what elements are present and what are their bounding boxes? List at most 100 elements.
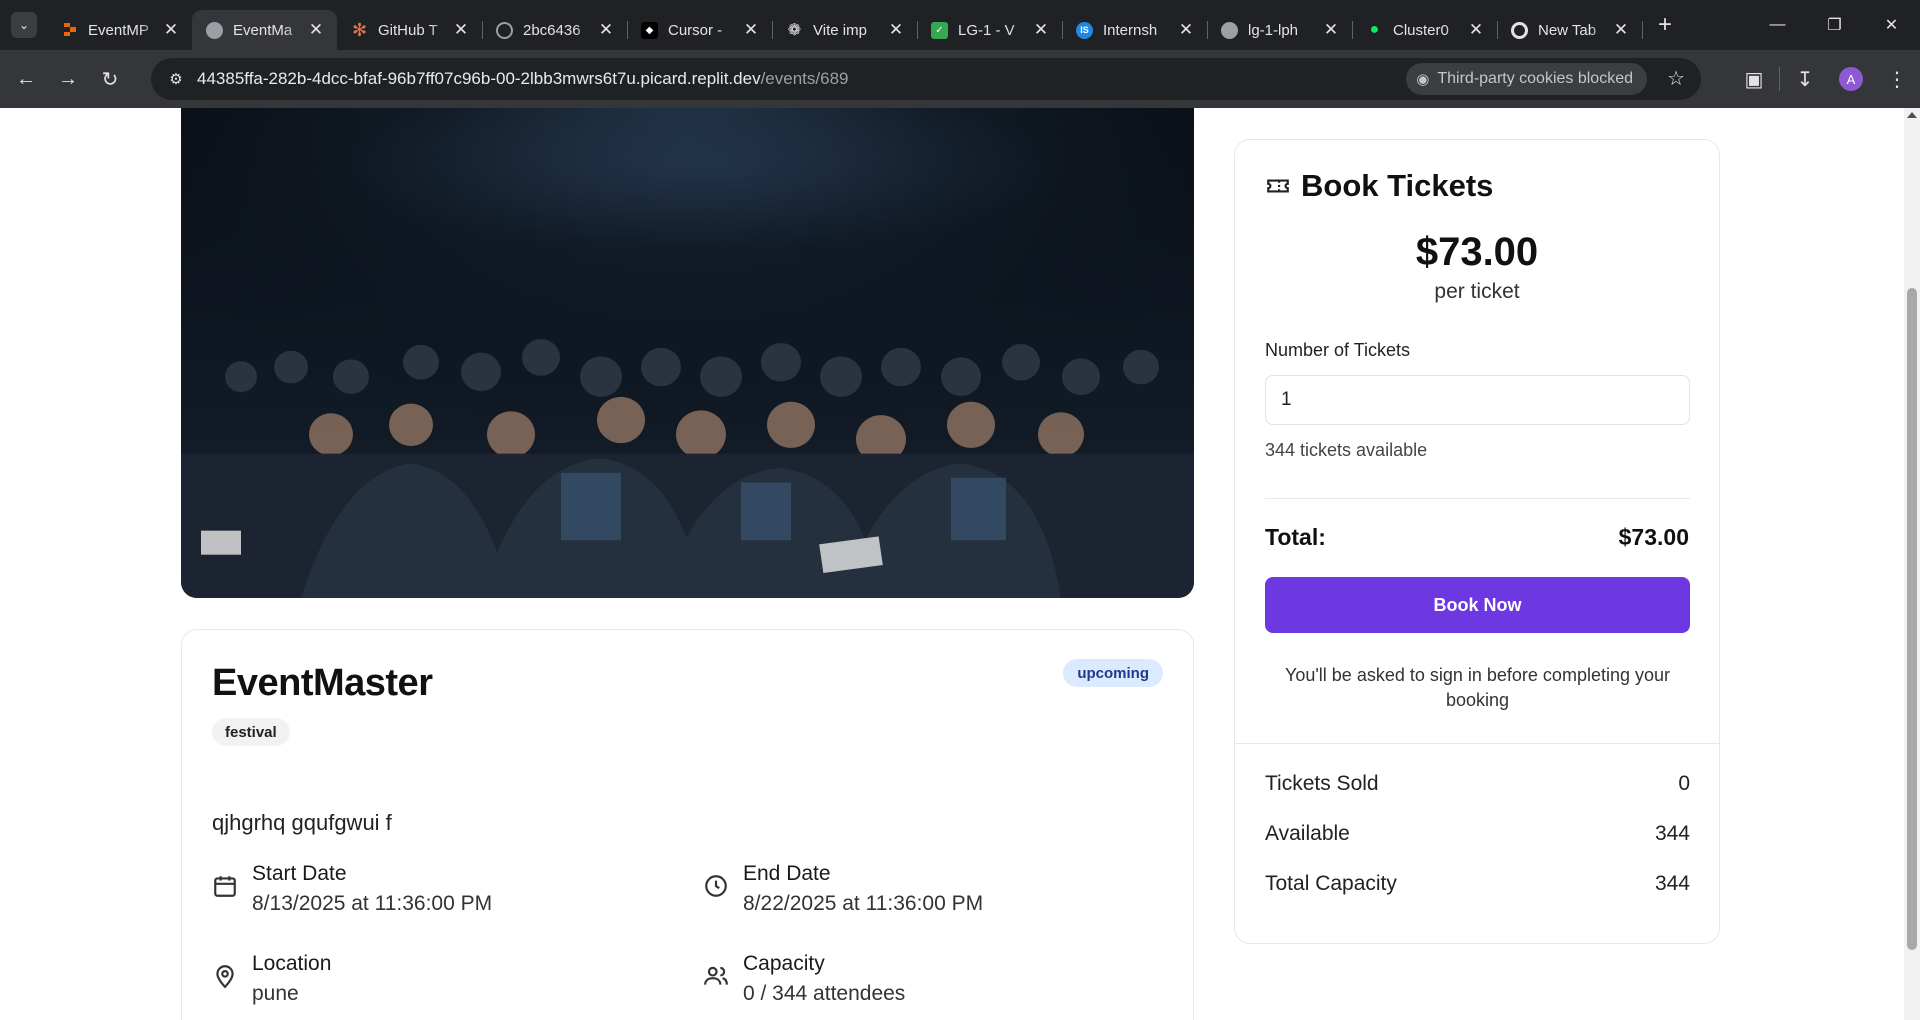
globe-icon [206, 21, 223, 39]
browser-tab-bar: ⌄ EventMP ✕ EventMa ✕ ✻ GitHub T ✕ 2bc64… [0, 0, 1920, 50]
site-settings-icon[interactable]: ⚙ [161, 64, 191, 94]
profile-button[interactable]: A [1828, 59, 1874, 99]
page-scrollbar[interactable] [1904, 108, 1920, 1020]
browser-tab[interactable]: ✓ LG-1 - V ✕ [917, 10, 1063, 50]
stat-row-available: Available 344 [1265, 822, 1690, 846]
stat-value: 344 [1654, 822, 1690, 845]
url-text[interactable]: 44385ffa-282b-4dcc-bfaf-96b7ff07c96b-00-… [197, 69, 848, 89]
eye-off-icon: ◉ [1416, 71, 1430, 88]
close-tab-icon[interactable]: ✕ [1177, 20, 1195, 40]
stat-label: Total Capacity [1265, 872, 1397, 895]
location-detail: Location pune [212, 950, 331, 1010]
browser-tab[interactable]: 2bc6436 ✕ [482, 10, 628, 50]
cursor-icon: ◆ [641, 21, 658, 39]
page-viewport: EventMaster upcoming festival qjhgrhq gq… [0, 108, 1904, 1020]
close-tab-icon[interactable]: ✕ [742, 20, 760, 40]
browser-tab-active[interactable]: EventMa ✕ [192, 10, 337, 50]
tab-strip: EventMP ✕ EventMa ✕ ✻ GitHub T ✕ 2bc6436… [47, 0, 1643, 50]
booking-card: Book Tickets $73.00 per ticket Number of… [1234, 139, 1720, 944]
close-tab-icon[interactable]: ✕ [452, 20, 470, 40]
per-ticket-label: per ticket [1434, 280, 1520, 303]
stat-value: 344 [1654, 872, 1690, 895]
new-tab-button[interactable]: + [1650, 10, 1680, 40]
end-date-detail: End Date 8/22/2025 at 11:36:00 PM [703, 860, 983, 920]
close-window-icon[interactable]: ✕ [1863, 0, 1920, 50]
ticket-quantity-input[interactable] [1265, 375, 1690, 425]
restore-icon[interactable]: ❐ [1806, 0, 1863, 50]
map-pin-icon [216, 965, 234, 989]
tab-search-button[interactable]: ⌄ [11, 12, 37, 38]
avatar: A [1839, 67, 1863, 91]
bookmark-star-icon[interactable]: ☆ [1667, 66, 1685, 91]
check-doc-icon: ✓ [931, 21, 948, 39]
toolbar-actions: ▣ ↧ A ⋮ [1731, 50, 1920, 108]
chevron-down-icon: ⌄ [18, 18, 30, 32]
browser-tab[interactable]: ❁ Vite imp ✕ [772, 10, 918, 50]
book-now-button[interactable]: Book Now [1265, 577, 1690, 633]
download-icon[interactable]: ↧ [1782, 59, 1828, 99]
replit-icon [61, 22, 78, 39]
toolbar-divider [1779, 67, 1780, 91]
start-date-value: 8/13/2025 at 11:36:00 PM [252, 892, 493, 915]
close-tab-icon[interactable]: ✕ [1032, 20, 1050, 40]
status-badge: upcoming [1063, 659, 1163, 687]
close-tab-icon[interactable]: ✕ [597, 20, 615, 40]
claude-icon: ✻ [351, 19, 368, 40]
extensions-icon[interactable]: ▣ [1731, 59, 1777, 99]
browser-tab[interactable]: ● Cluster0 ✕ [1352, 10, 1498, 50]
third-party-cookies-chip[interactable]: ◉ Third-party cookies blocked [1406, 63, 1647, 95]
minimize-icon[interactable]: — [1749, 0, 1806, 50]
forward-arrow-icon[interactable]: → [50, 61, 86, 97]
chrome-icon [1511, 21, 1528, 39]
audience-photo [181, 108, 1194, 598]
scroll-up-arrow-icon[interactable] [1907, 112, 1917, 118]
window-controls: — ❐ ✕ [1749, 0, 1920, 50]
start-date-detail: Start Date 8/13/2025 at 11:36:00 PM [212, 860, 492, 920]
booking-title: Book Tickets [1301, 168, 1494, 203]
location-label: Location [252, 952, 332, 975]
ticket-price: $73.00 [1415, 230, 1539, 274]
end-date-label: End Date [743, 862, 831, 885]
scrollbar-thumb[interactable] [1907, 288, 1917, 950]
close-tab-icon[interactable]: ✕ [1612, 20, 1630, 40]
browser-tab[interactable]: ◆ Cursor - ✕ [627, 10, 773, 50]
browser-tab[interactable]: ✻ GitHub T ✕ [337, 10, 483, 50]
close-tab-icon[interactable]: ✕ [887, 20, 905, 40]
end-date-value: 8/22/2025 at 11:36:00 PM [743, 892, 984, 915]
close-tab-icon[interactable]: ✕ [1467, 20, 1485, 40]
ticket-quantity-label: Number of Tickets [1265, 340, 1411, 360]
event-details-card: EventMaster upcoming festival qjhgrhq gq… [181, 629, 1194, 1020]
browser-toolbar: ← → ↻ ⚙ 44385ffa-282b-4dcc-bfaf-96b7ff07… [0, 50, 1920, 108]
close-tab-icon[interactable]: ✕ [162, 20, 180, 40]
stat-label: Tickets Sold [1265, 772, 1379, 795]
browser-tab[interactable]: EventMP ✕ [47, 10, 193, 50]
stat-value: 0 [1678, 772, 1690, 795]
sign-in-note: You'll be asked to sign in before comple… [1284, 665, 1670, 710]
openai-icon: ❁ [787, 22, 802, 39]
reload-icon[interactable]: ↻ [92, 61, 128, 97]
is-icon: IS [1076, 21, 1093, 39]
start-date-label: Start Date [252, 862, 347, 885]
ticket-icon [1267, 179, 1289, 193]
stat-row-total-capacity: Total Capacity 344 [1265, 872, 1690, 896]
address-bar[interactable]: ⚙ 44385ffa-282b-4dcc-bfaf-96b7ff07c96b-0… [151, 58, 1701, 100]
total-value: $73.00 [1618, 524, 1689, 550]
close-tab-icon[interactable]: ✕ [1322, 20, 1340, 40]
divider [1265, 498, 1690, 499]
spinner-icon [496, 21, 513, 39]
event-hero-image [181, 108, 1194, 598]
booking-header: Book Tickets [1265, 168, 1493, 204]
location-value: pune [252, 982, 299, 1005]
browser-tab[interactable]: New Tab ✕ [1497, 10, 1643, 50]
event-title: EventMaster [212, 662, 433, 704]
capacity-label: Capacity [743, 952, 825, 975]
close-tab-icon[interactable]: ✕ [307, 20, 325, 40]
kebab-menu-icon[interactable]: ⋮ [1874, 59, 1920, 99]
event-description: qjhgrhq gqufgwui f [212, 810, 392, 835]
category-badge: festival [212, 718, 290, 746]
browser-tab[interactable]: IS Internsh ✕ [1062, 10, 1208, 50]
stat-row-tickets-sold: Tickets Sold 0 [1265, 772, 1690, 796]
back-arrow-icon[interactable]: ← [8, 61, 44, 97]
capacity-detail: Capacity 0 / 344 attendees [703, 950, 905, 1010]
browser-tab[interactable]: lg-1-lph ✕ [1207, 10, 1353, 50]
